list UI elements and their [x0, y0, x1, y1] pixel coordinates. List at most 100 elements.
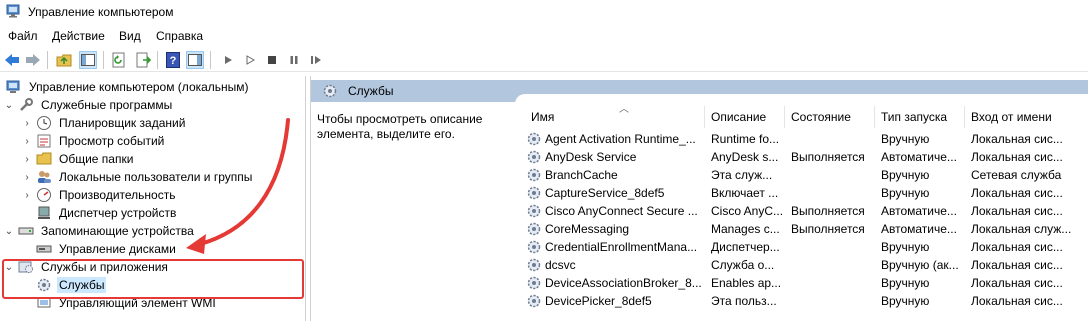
table-row[interactable]: CoreMessaging Manages c... Выполняется Авто… — [525, 220, 1085, 238]
service-startup-type: Автоматиче... — [881, 150, 957, 164]
gear-icon — [526, 167, 542, 183]
tree-item[interactable]: › Планировщик заданий — [21, 114, 187, 132]
tree-item-label: Просмотр событий — [59, 134, 165, 148]
forward-icon[interactable] — [24, 51, 42, 69]
service-startup-type: Автоматиче... — [881, 204, 957, 218]
service-name-text: DeviceAssociationBroker_8... — [545, 276, 702, 290]
service-startup-type: Вручную — [881, 186, 930, 200]
gear-icon — [526, 257, 542, 273]
event-viewer-icon — [36, 133, 52, 149]
table-row[interactable]: BranchCache Эта служ... Вручную Сетевая слу… — [525, 166, 1085, 184]
tree-item-label: Планировщик заданий — [59, 116, 186, 130]
tree-item[interactable]: › Просмотр событий — [21, 132, 166, 150]
tree-item-label: Запоминающие устройства — [41, 224, 194, 238]
up-folder-icon[interactable] — [55, 51, 73, 69]
refresh-icon[interactable] — [110, 51, 128, 69]
toolbar-separator — [103, 51, 104, 69]
service-name-text: dcsvc — [545, 258, 576, 272]
toolbar-separator — [210, 51, 211, 69]
table-row[interactable]: CaptureService_8def5 Включает ... Вручную Л… — [525, 184, 1085, 202]
disk-icon — [36, 241, 52, 257]
service-name-text: BranchCache — [545, 168, 618, 182]
service-logon: Локальная сис... — [971, 150, 1063, 164]
service-name-text: Cisco AnyConnect Secure ... — [545, 204, 698, 218]
service-status — [791, 292, 879, 310]
menu-bar: Файл Действие Вид Справка — [0, 26, 1088, 46]
table-row[interactable]: CredentialEnrollmentMana... Диспетчер... В… — [525, 238, 1085, 256]
tree-item-label: Служебные программы — [41, 98, 173, 112]
collapse-chevron-icon[interactable]: › — [21, 136, 33, 147]
table-row[interactable]: dcsvc Служба о... Вручную (ак... Локальная … — [525, 256, 1085, 274]
pause-service-icon[interactable] — [285, 51, 303, 69]
column-header-name[interactable]: Имя — [525, 106, 705, 128]
service-name-text: CredentialEnrollmentMana... — [545, 240, 698, 254]
table-row[interactable]: Cisco AnyConnect Secure ... Cisco AnyC...… — [525, 202, 1085, 220]
gear-icon — [526, 131, 542, 147]
menu-action[interactable]: Действие — [52, 29, 105, 43]
tree-item[interactable]: › Общие папки — [21, 150, 135, 168]
tree-item[interactable]: › Производительность — [21, 186, 177, 204]
restart-service-icon[interactable] — [307, 51, 325, 69]
start-service-icon[interactable] — [219, 51, 237, 69]
column-header-log-on-as[interactable]: Вход от имени — [965, 106, 1083, 128]
menu-help[interactable]: Справка — [156, 29, 203, 43]
tree-item-label: Управление компьютером (локальным) — [29, 80, 249, 94]
gear-icon — [526, 293, 542, 309]
start-service-outline-icon[interactable] — [241, 51, 259, 69]
vertical-scrollbar[interactable] — [1076, 102, 1088, 321]
service-name-text: DevicePicker_8def5 — [545, 294, 652, 308]
collapse-chevron-icon[interactable]: › — [21, 118, 33, 129]
column-header-startup-type[interactable]: Тип запуска — [875, 106, 965, 128]
stop-service-icon[interactable] — [263, 51, 281, 69]
gear-icon — [526, 221, 542, 237]
service-name: DevicePicker_8def5 — [526, 292, 704, 310]
service-description-cell: AnyDesk s... — [711, 150, 779, 164]
tree-item[interactable]: Управление компьютером (локальным) — [3, 78, 251, 96]
table-row[interactable]: DeviceAssociationBroker_8... Enables ap..… — [525, 274, 1085, 292]
tree-item[interactable]: Диспетчер устройств — [21, 204, 178, 222]
collapse-chevron-icon[interactable]: › — [21, 172, 33, 183]
menu-file[interactable]: Файл — [8, 29, 38, 43]
table-row[interactable]: AnyDesk Service AnyDesk s... Выполняется Ав… — [525, 148, 1085, 166]
svg-text:?: ? — [170, 55, 177, 67]
column-header-status[interactable]: Состояние — [785, 106, 875, 128]
table-row[interactable]: Agent Activation Runtime_... Runtime fo..… — [525, 130, 1085, 148]
export-list-icon[interactable] — [134, 51, 152, 69]
expand-chevron-icon[interactable]: ⌄ — [3, 226, 15, 237]
service-startup-type: Вручную — [881, 168, 930, 182]
table-row[interactable]: DevicePicker_8def5 Эта польз... Вручную Лок… — [525, 292, 1085, 310]
service-status — [791, 274, 879, 292]
services-panel: Службы Чтобы просмотреть описание элемен… — [310, 76, 1088, 321]
tree-item[interactable]: Управление дисками — [21, 240, 178, 258]
service-description-cell: Enables ap... — [711, 276, 782, 290]
gear-icon — [526, 275, 542, 291]
back-icon[interactable] — [3, 51, 21, 69]
menu-view[interactable]: Вид — [119, 29, 141, 43]
highlight-box — [2, 259, 304, 299]
service-name-text: CaptureService_8def5 — [545, 186, 665, 200]
service-description-cell: Manages c... — [711, 222, 780, 236]
tools-icon — [18, 97, 34, 113]
service-status: Выполняется — [791, 222, 865, 236]
tree-item[interactable]: › Локальные пользователи и группы — [21, 168, 254, 186]
computer-management-icon — [6, 4, 20, 18]
tree-item[interactable]: ⌄ Служебные программы — [3, 96, 174, 114]
toolbar-separator — [47, 51, 48, 69]
action-pane-toggle-icon[interactable] — [186, 51, 204, 69]
service-startup-type: Вручную — [881, 132, 930, 146]
console-tree-toggle-icon[interactable] — [79, 51, 97, 69]
gear-icon — [526, 185, 542, 201]
service-startup-type: Автоматиче... — [881, 222, 957, 236]
expand-chevron-icon[interactable]: ⌄ — [3, 100, 15, 111]
service-name: BranchCache — [526, 166, 704, 184]
collapse-chevron-icon[interactable]: › — [21, 154, 33, 165]
tree-item-label: Управление дисками — [59, 242, 176, 256]
service-name: DeviceAssociationBroker_8... — [526, 274, 704, 292]
column-header-description[interactable]: Описание — [705, 106, 785, 128]
help-icon[interactable]: ? — [164, 51, 182, 69]
gear-icon — [526, 239, 542, 255]
device-manager-icon — [36, 205, 52, 221]
service-name-text: CoreMessaging — [545, 222, 630, 236]
collapse-chevron-icon[interactable]: › — [21, 190, 33, 201]
tree-item[interactable]: ⌄ Запоминающие устройства — [3, 222, 196, 240]
